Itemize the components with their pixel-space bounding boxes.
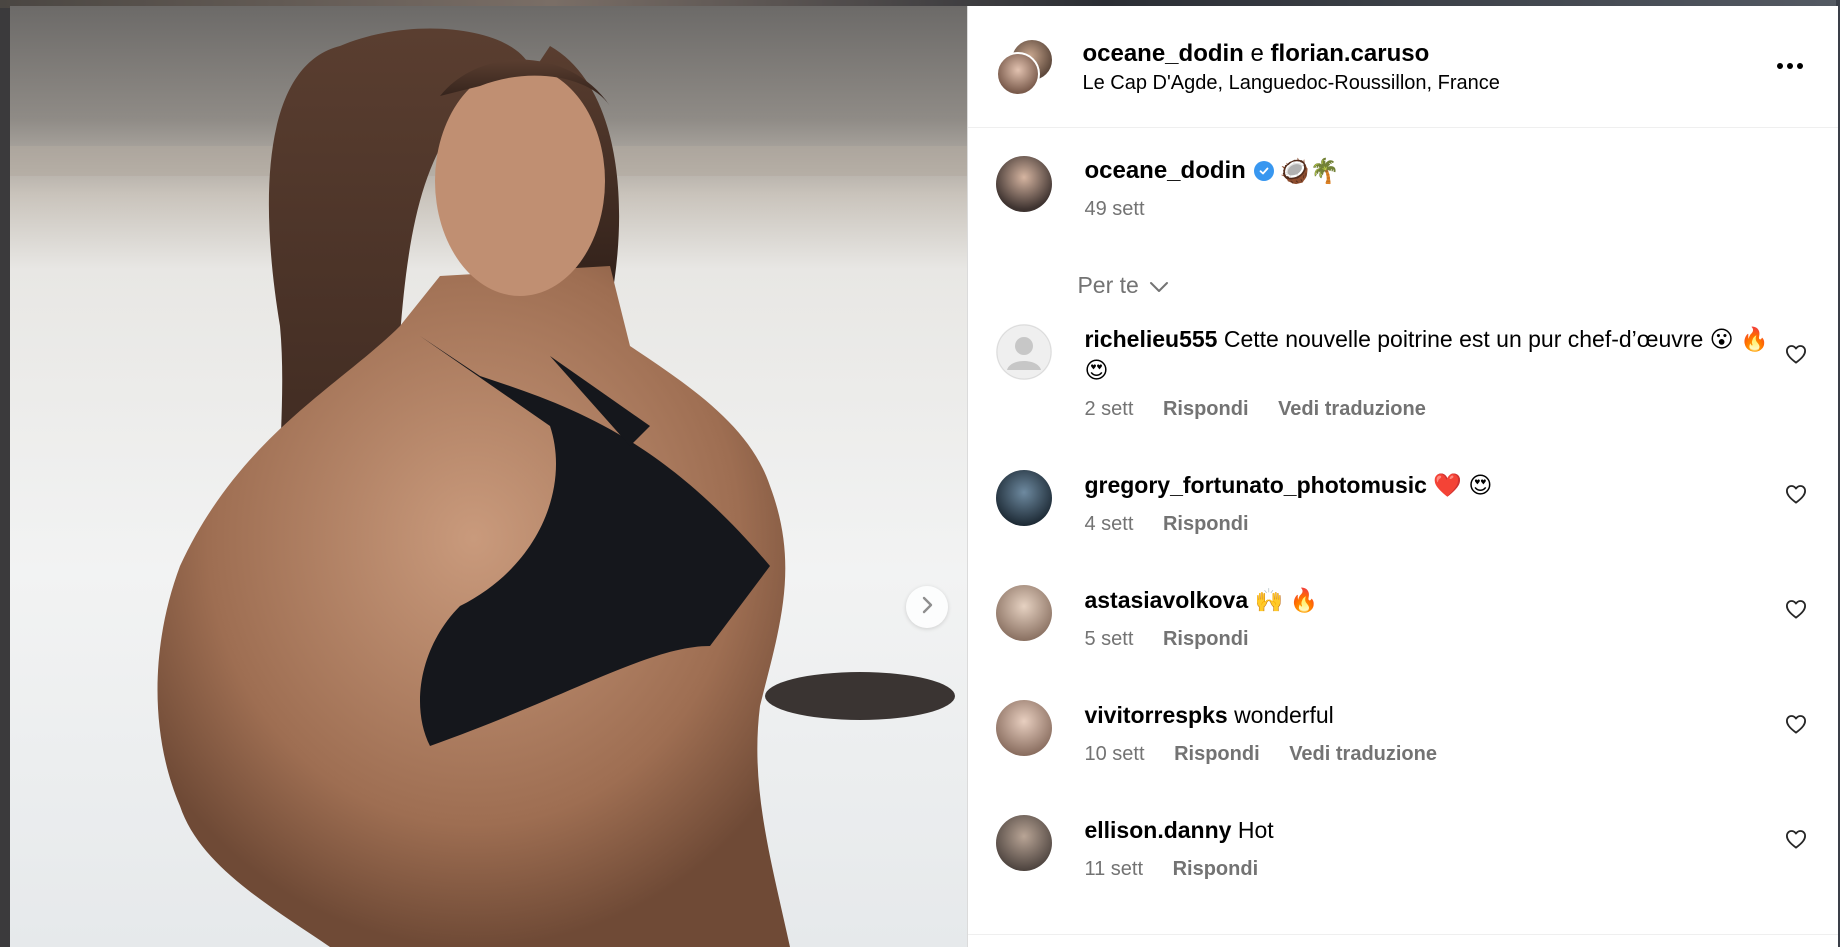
comment-body: vivitorrespks wonderful 10 sett Rispondi…	[1084, 700, 1774, 766]
comment-time[interactable]: 5 sett	[1084, 628, 1133, 650]
comment-meta: 11 sett Rispondi	[1084, 858, 1774, 881]
caption-meta: 49 sett	[1084, 198, 1339, 221]
default-avatar-icon	[996, 324, 1052, 380]
avatar[interactable]	[996, 324, 1053, 380]
post-header: oceane_dodin e florian.caruso Le Cap D'A…	[968, 6, 1838, 128]
comment-sort-dropdown[interactable]: Per te	[969, 272, 1838, 299]
comment-username[interactable]: richelieu555	[1084, 326, 1217, 352]
header-conjunction: e	[1250, 39, 1264, 67]
header-user-link[interactable]: oceane_dodin	[1082, 40, 1243, 67]
like-comment-button[interactable]	[1782, 827, 1810, 855]
heart-outline-icon	[1785, 599, 1807, 624]
avatar[interactable]	[996, 470, 1053, 526]
comment-text-line: richelieu555 Cette nouvelle poitrine est…	[1084, 324, 1774, 386]
post-media	[10, 6, 968, 947]
like-comment-button[interactable]	[1782, 482, 1810, 510]
comment-time[interactable]: 11 sett	[1084, 858, 1143, 880]
photo-rock	[765, 672, 955, 720]
comment-meta: 4 sett Rispondi	[1084, 513, 1774, 536]
comment-time[interactable]: 4 sett	[1084, 513, 1133, 535]
heart-outline-icon	[1785, 344, 1807, 369]
reply-button[interactable]: Rispondi	[1174, 743, 1260, 765]
caption-emoji: 🥥🌴	[1279, 157, 1340, 185]
avatar[interactable]	[996, 700, 1053, 756]
heart-outline-icon	[1785, 829, 1807, 854]
comment-username[interactable]: vivitorrespks	[1084, 702, 1227, 728]
comment-text-line: ellison.danny Hot	[1084, 815, 1774, 846]
sort-label: Per te	[1077, 272, 1139, 298]
comment-text: Hot	[1237, 817, 1274, 843]
like-comment-button[interactable]	[1782, 597, 1810, 625]
comment-text: 🙌 🔥	[1254, 587, 1319, 613]
reply-button[interactable]: Rispondi	[1173, 858, 1259, 880]
next-media-button[interactable]	[906, 586, 948, 628]
avatar[interactable]	[996, 815, 1053, 871]
comment-item: astasiavolkova 🙌 🔥 5 sett Rispondi	[996, 585, 1810, 651]
reply-button[interactable]: Rispondi	[1163, 398, 1249, 420]
chevron-right-icon	[920, 596, 934, 619]
comment-username[interactable]: astasiavolkova	[1084, 587, 1248, 613]
more-options-button[interactable]	[1770, 46, 1810, 86]
heart-outline-icon	[1785, 714, 1807, 739]
comment-time[interactable]: 10 sett	[1084, 743, 1144, 765]
comment-item: gregory_fortunato_photomusic ❤️ 😍 4 sett…	[996, 470, 1810, 536]
header-text: oceane_dodin e florian.caruso Le Cap D'A…	[1082, 39, 1499, 95]
comment-text: ❤️ 😍	[1433, 472, 1493, 498]
post-caption: oceane_dodin 🥥🌴 49 sett	[996, 156, 1340, 221]
comment-time[interactable]: 2 sett	[1084, 398, 1133, 420]
avatar	[996, 51, 1041, 96]
comment-item: richelieu555 Cette nouvelle poitrine est…	[996, 324, 1810, 421]
translate-button[interactable]: Vedi traduzione	[1289, 743, 1437, 765]
comment-meta: 2 sett Rispondi Vedi traduzione	[1084, 398, 1774, 421]
panel-divider	[968, 934, 1838, 935]
comment-username[interactable]: ellison.danny	[1084, 817, 1231, 843]
like-comment-button[interactable]	[1782, 712, 1810, 740]
location-link[interactable]: Le Cap D'Agde, Languedoc-Roussillon, Fra…	[1082, 72, 1499, 95]
comment-body: astasiavolkova 🙌 🔥 5 sett Rispondi	[1084, 585, 1774, 651]
comment-text-line: astasiavolkova 🙌 🔥	[1084, 585, 1774, 616]
comment-username[interactable]: gregory_fortunato_photomusic	[1084, 472, 1426, 498]
caption-username[interactable]: oceane_dodin	[1084, 156, 1245, 186]
photo-face	[435, 66, 605, 296]
comment-item: vivitorrespks wonderful 10 sett Rispondi…	[996, 700, 1810, 766]
more-options-icon	[1787, 63, 1793, 69]
comments-panel: oceane_dodin e florian.caruso Le Cap D'A…	[967, 6, 1838, 947]
comment-body: gregory_fortunato_photomusic ❤️ 😍 4 sett…	[1084, 470, 1774, 536]
avatar[interactable]	[996, 156, 1053, 212]
chevron-down-icon	[1139, 272, 1169, 299]
comment-text-line: gregory_fortunato_photomusic ❤️ 😍	[1084, 470, 1774, 501]
more-options-icon	[1797, 63, 1803, 69]
comment-meta: 10 sett Rispondi Vedi traduzione	[1084, 743, 1774, 766]
collab-avatars[interactable]	[996, 37, 1055, 96]
like-comment-button[interactable]	[1782, 342, 1810, 370]
post-photo	[10, 6, 968, 947]
comment-body: ellison.danny Hot 11 sett Rispondi	[1084, 815, 1774, 881]
comment-meta: 5 sett Rispondi	[1084, 628, 1774, 651]
verified-badge-icon	[1253, 161, 1274, 181]
header-title: oceane_dodin e florian.caruso	[1082, 39, 1499, 69]
header-user-link[interactable]: florian.caruso	[1271, 40, 1430, 67]
reply-button[interactable]: Rispondi	[1163, 513, 1249, 535]
more-options-icon	[1777, 63, 1783, 69]
translate-button[interactable]: Vedi traduzione	[1278, 398, 1426, 420]
heart-outline-icon	[1785, 484, 1807, 509]
reply-button[interactable]: Rispondi	[1163, 628, 1249, 650]
comment-body: richelieu555 Cette nouvelle poitrine est…	[1084, 324, 1774, 421]
comment-item: ellison.danny Hot 11 sett Rispondi	[996, 815, 1810, 881]
avatar[interactable]	[996, 585, 1053, 641]
caption-line: oceane_dodin 🥥🌴	[1084, 156, 1339, 186]
comment-text-line: vivitorrespks wonderful	[1084, 700, 1774, 731]
caption-body: oceane_dodin 🥥🌴 49 sett	[1084, 156, 1339, 221]
post-modal: oceane_dodin e florian.caruso Le Cap D'A…	[10, 6, 1838, 947]
caption-time[interactable]: 49 sett	[1084, 198, 1144, 220]
comment-text: wonderful	[1234, 702, 1334, 728]
